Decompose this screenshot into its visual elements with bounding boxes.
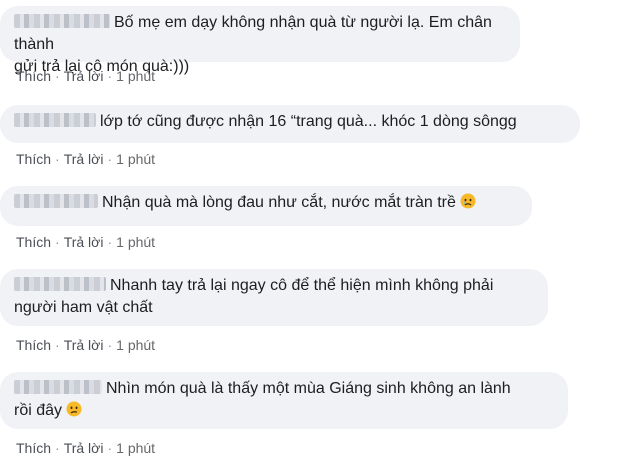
separator-dot: · — [55, 151, 60, 167]
comment-actions: Thích · Trả lời · 1 phút — [16, 336, 155, 354]
like-link[interactable]: Thích — [16, 337, 51, 353]
blurred-author-name[interactable] — [14, 380, 102, 394]
reply-link[interactable]: Trả lời — [64, 440, 104, 456]
comment-actions: Thích · Trả lời · 1 phút — [16, 439, 155, 457]
timestamp[interactable]: 1 phút — [116, 234, 155, 250]
separator-dot: · — [55, 337, 60, 353]
separator-dot: · — [107, 68, 113, 84]
comment-actions: Thích · Trả lời · 1 phút — [16, 150, 155, 168]
separator-dot: · — [107, 440, 113, 456]
blurred-author-name[interactable] — [14, 277, 106, 291]
comment-text-line-1: Nhận quà mà lòng đau như cắt, nước mắt t… — [102, 194, 456, 211]
blurred-author-name[interactable] — [14, 14, 110, 28]
like-link[interactable]: Thích — [16, 234, 51, 250]
timestamp[interactable]: 1 phút — [116, 337, 155, 353]
sad-face-icon — [460, 193, 476, 209]
reply-link[interactable]: Trả lời — [64, 337, 104, 353]
comment-bubble: Nhận quà mà lòng đau như cắt, nước mắt t… — [0, 186, 532, 226]
separator-dot: · — [107, 234, 113, 250]
timestamp[interactable]: 1 phút — [116, 68, 155, 84]
like-link[interactable]: Thích — [16, 151, 51, 167]
blurred-author-name[interactable] — [14, 113, 96, 127]
comment-text-line-1: Nhanh tay trả lại ngay cô để thể hiện mì… — [110, 277, 494, 294]
separator-dot: · — [107, 337, 113, 353]
comment-bubble: Bố mẹ em dạy không nhận quà từ người lạ.… — [0, 6, 520, 75]
like-link[interactable]: Thích — [16, 440, 51, 456]
reply-link[interactable]: Trả lời — [64, 68, 104, 84]
blurred-author-name[interactable] — [14, 194, 98, 208]
confused-face-icon — [66, 401, 82, 417]
separator-dot: · — [55, 440, 60, 456]
comment-text-line-2: rồi đây — [14, 402, 63, 419]
timestamp[interactable]: 1 phút — [116, 151, 155, 167]
comment-text-line-2: người ham vật chất — [14, 299, 153, 316]
separator-dot: · — [55, 68, 60, 84]
comment-text-line-1: Nhìn món quà là thấy một mùa Giáng sinh … — [106, 380, 511, 397]
comment-actions: Thích · Trả lời · 1 phút — [16, 67, 155, 85]
comment-bubble: lớp tớ cũng được nhận 16 “trang quà... k… — [0, 105, 580, 143]
comment-bubble: Nhìn món quà là thấy một mùa Giáng sinh … — [0, 372, 568, 429]
like-link[interactable]: Thích — [16, 68, 51, 84]
reply-link[interactable]: Trả lời — [64, 151, 104, 167]
comment-text-line-1: lớp tớ cũng được nhận 16 “trang quà... k… — [100, 113, 517, 130]
timestamp[interactable]: 1 phút — [116, 440, 155, 456]
comment-actions: Thích · Trả lời · 1 phút — [16, 233, 155, 251]
separator-dot: · — [107, 151, 113, 167]
comment-bubble: Nhanh tay trả lại ngay cô để thể hiện mì… — [0, 269, 548, 326]
reply-link[interactable]: Trả lời — [64, 234, 104, 250]
separator-dot: · — [55, 234, 60, 250]
